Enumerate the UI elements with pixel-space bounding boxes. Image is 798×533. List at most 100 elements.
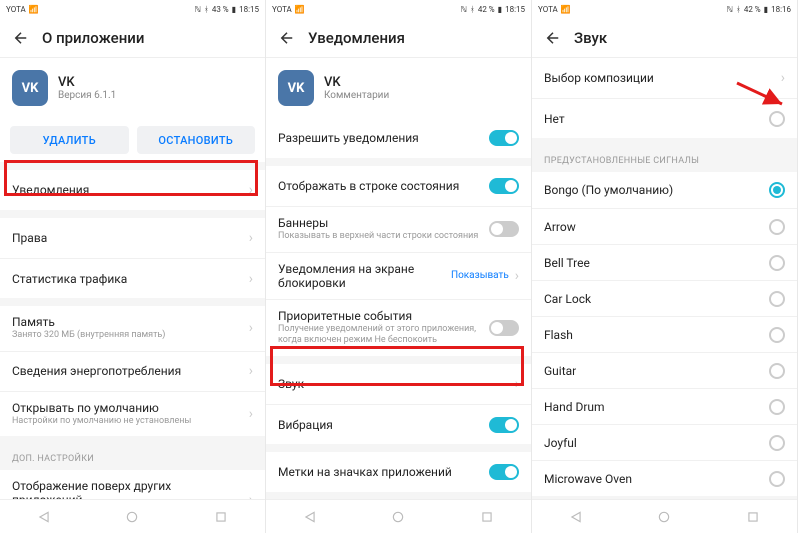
toggle-statusbar[interactable] [489, 178, 519, 194]
row-notifications[interactable]: Уведомления › [0, 170, 265, 210]
ringtone-label: Hand Drum [544, 400, 769, 414]
chevron-right-icon: › [515, 268, 519, 284]
app-sub: Комментарии [324, 90, 389, 101]
carrier: YOTA [6, 5, 26, 14]
ringtone-radio[interactable] [769, 219, 785, 235]
row-statusbar[interactable]: Отображать в строке состояния [266, 166, 531, 206]
back-button[interactable] [542, 27, 564, 49]
row-vibration[interactable]: Вибрация [266, 404, 531, 444]
ringtone-radio[interactable] [769, 435, 785, 451]
row-sound[interactable]: Звук › [266, 364, 531, 404]
page-title: О приложении [42, 29, 144, 47]
header: Уведомления [266, 18, 531, 58]
row-label: Уведомления [12, 183, 243, 197]
row-label: Приоритетные события [278, 309, 489, 323]
chevron-right-icon: › [249, 492, 253, 499]
row-none[interactable]: Нет [532, 98, 797, 138]
screen-app-info: YOTA 📶 ℕᚼ43 %▮18:15 О приложении VK VK В… [0, 0, 266, 533]
ringtone-row[interactable]: Bell Tree [532, 244, 797, 280]
back-button[interactable] [276, 27, 298, 49]
row-overlay[interactable]: Отображение поверх других приложений Да … [0, 470, 265, 499]
nav-home[interactable] [655, 508, 673, 526]
app-version: Версия 6.1.1 [58, 90, 116, 101]
ringtone-row[interactable]: Car Lock [532, 280, 797, 316]
nav-recent[interactable] [478, 508, 496, 526]
ringtone-row[interactable]: Hand Drum [532, 388, 797, 424]
row-label: Права [12, 231, 243, 245]
signal-icon: 📶 [29, 5, 39, 14]
carrier: YOTA [538, 5, 558, 14]
chevron-right-icon: › [249, 320, 253, 336]
battery-pct: 42 % [744, 5, 761, 14]
row-rights[interactable]: Права › [0, 218, 265, 258]
clock: 18:15 [505, 5, 525, 14]
row-label: Память [12, 315, 243, 329]
ringtone-row[interactable]: Joyful [532, 424, 797, 460]
row-sub: Настройки по умолчанию не установлены [12, 416, 243, 428]
ringtone-row[interactable]: Flash [532, 316, 797, 352]
chevron-right-icon: › [249, 271, 253, 287]
nav-recent[interactable] [212, 508, 230, 526]
stop-button[interactable]: ОСТАНОВИТЬ [137, 126, 256, 154]
navbar [266, 499, 531, 533]
row-sub: Занято 320 МБ (внутренняя память) [12, 330, 243, 342]
nav-recent[interactable] [744, 508, 762, 526]
ringtone-radio[interactable] [769, 399, 785, 415]
nav-back[interactable] [35, 508, 53, 526]
row-priority[interactable]: Приоритетные события Получение уведомлен… [266, 299, 531, 356]
toggle-banners[interactable] [489, 221, 519, 237]
toggle-priority[interactable] [489, 320, 519, 336]
nfc-icon: ℕ [195, 5, 201, 14]
row-lockscreen[interactable]: Уведомления на экране блокировки Показыв… [266, 252, 531, 299]
row-label: Разрешить уведомления [278, 131, 489, 145]
delete-button[interactable]: УДАЛИТЬ [10, 126, 129, 154]
row-traffic[interactable]: Статистика трафика › [0, 258, 265, 298]
ringtone-radio[interactable] [769, 471, 785, 487]
row-open-default[interactable]: Открывать по умолчанию Настройки по умол… [0, 391, 265, 437]
toggle-allow[interactable] [489, 130, 519, 146]
row-label: Сведения энергопотребления [12, 364, 243, 378]
row-label: Метки на значках приложений [278, 465, 489, 479]
ringtone-radio[interactable] [769, 255, 785, 271]
row-badges[interactable]: Метки на значках приложений [266, 452, 531, 492]
nav-back[interactable] [301, 508, 319, 526]
ringtone-radio[interactable] [769, 182, 785, 198]
row-allow[interactable]: Разрешить уведомления [266, 118, 531, 158]
row-choose[interactable]: Выбор композиции › [532, 58, 797, 98]
nav-home[interactable] [389, 508, 407, 526]
row-label: Уведомления на экране блокировки [278, 262, 445, 290]
clock: 18:16 [771, 5, 791, 14]
back-button[interactable] [10, 27, 32, 49]
row-value: Показывать [451, 270, 509, 281]
ringtone-row[interactable]: Microwave Oven [532, 460, 797, 496]
toggle-badges[interactable] [489, 464, 519, 480]
nfc-icon: ℕ [727, 5, 733, 14]
ringtone-row[interactable]: Bongo (По умолчанию) [532, 172, 797, 208]
chevron-right-icon: › [249, 182, 253, 198]
ringtone-radio[interactable] [769, 327, 785, 343]
row-banners[interactable]: Баннеры Показывать в верхней части строк… [266, 206, 531, 252]
battery-icon: ▮ [232, 5, 236, 14]
row-label: Баннеры [278, 216, 489, 230]
ringtone-radio[interactable] [769, 363, 785, 379]
chevron-right-icon: › [781, 70, 785, 86]
chevron-right-icon: › [249, 406, 253, 422]
row-energy[interactable]: Сведения энергопотребления › [0, 351, 265, 391]
row-label: Вибрация [278, 418, 489, 432]
statusbar: YOTA 📶 ℕᚼ42 %▮18:15 [266, 0, 531, 18]
ringtone-radio[interactable] [769, 291, 785, 307]
ringtone-row[interactable]: Arrow [532, 208, 797, 244]
row-sub: Показывать в верхней части строки состоя… [278, 231, 489, 243]
ringtone-row[interactable]: Guitar [532, 352, 797, 388]
ringtone-list: Bongo (По умолчанию)ArrowBell Tree Car Lo… [532, 172, 797, 496]
row-label: Отображать в строке состояния [278, 179, 489, 193]
nav-back[interactable] [567, 508, 585, 526]
row-memory[interactable]: Память Занято 320 МБ (внутренняя память)… [0, 306, 265, 351]
toggle-vibration[interactable] [489, 417, 519, 433]
navbar [532, 499, 797, 533]
ringtone-label: Car Lock [544, 292, 769, 306]
nav-home[interactable] [123, 508, 141, 526]
section-label-extra: ДОП. НАСТРОЙКИ [0, 444, 265, 470]
battery-icon: ▮ [498, 5, 502, 14]
radio-none[interactable] [769, 111, 785, 127]
